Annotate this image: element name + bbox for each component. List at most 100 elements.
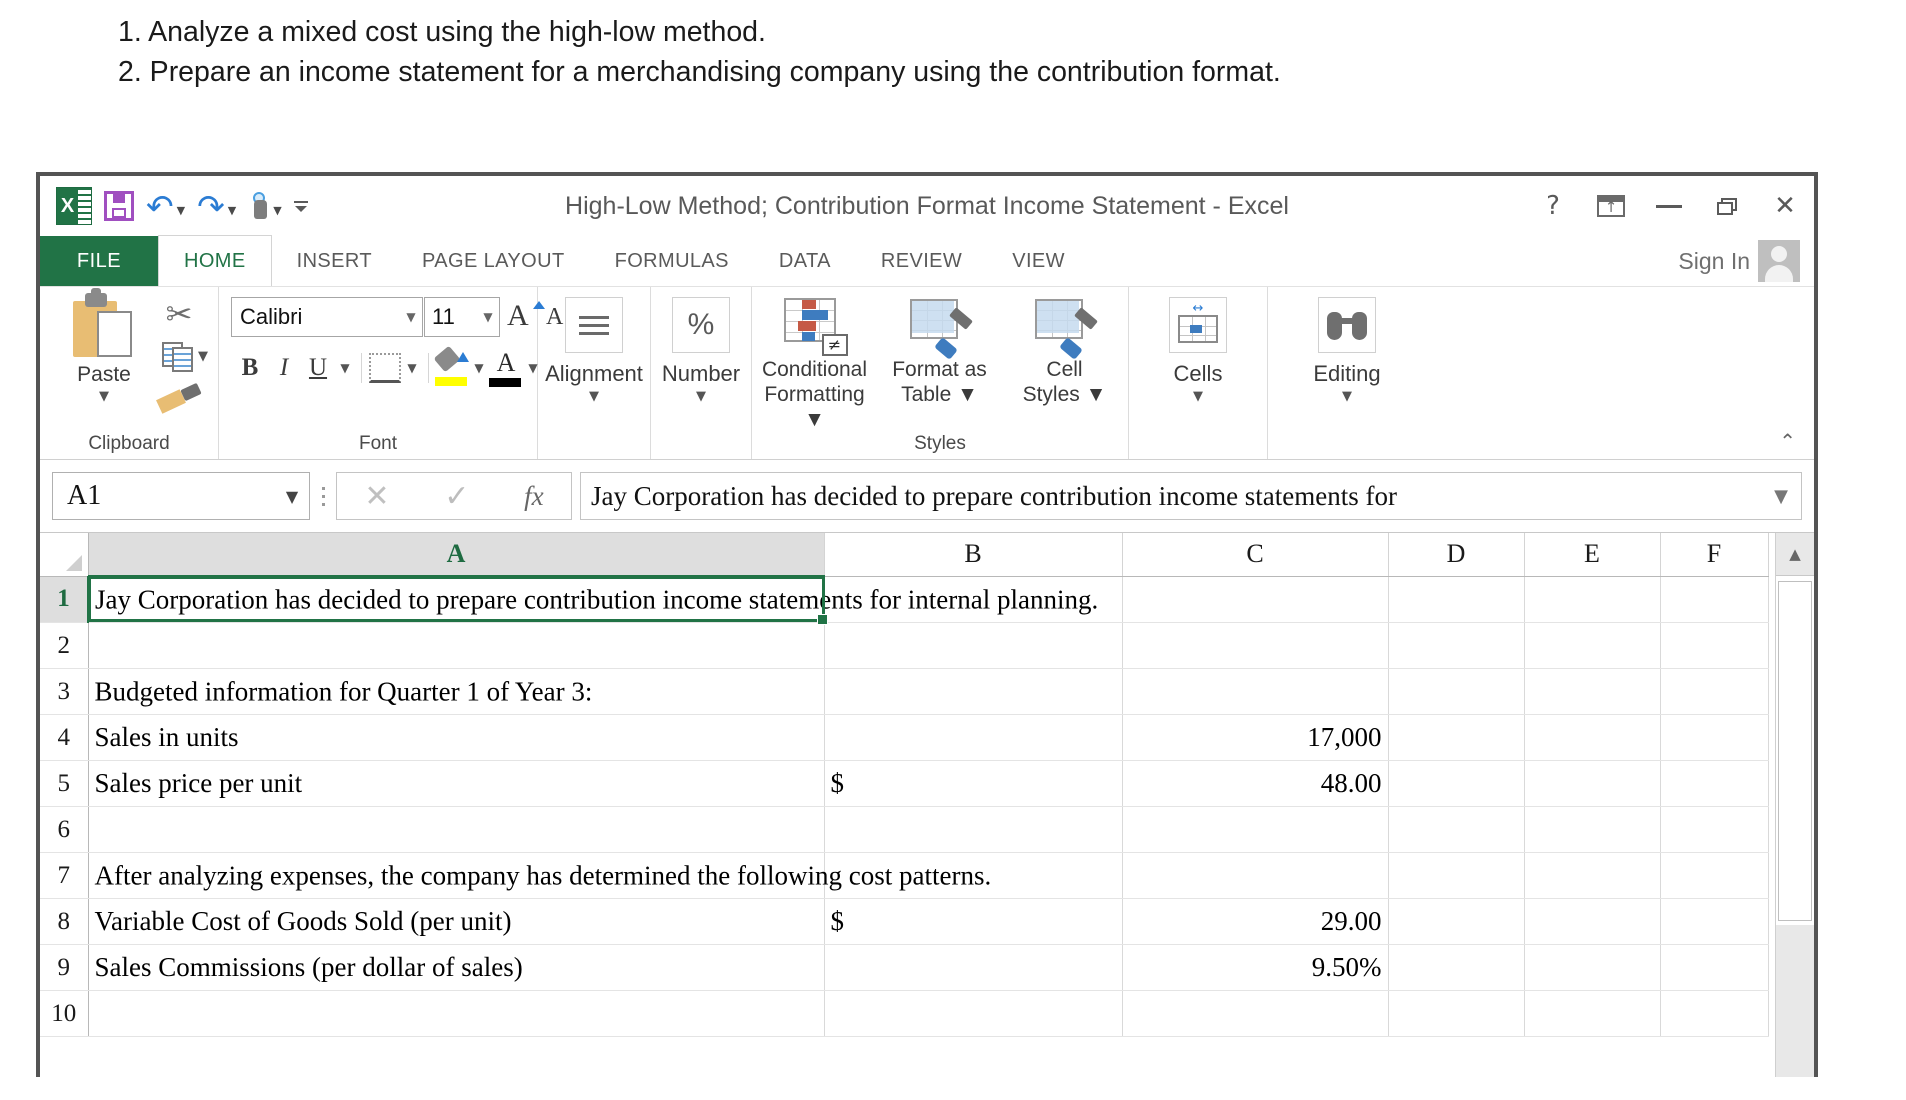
restore-icon[interactable] [1712, 191, 1742, 221]
tab-insert[interactable]: INSERT [272, 236, 397, 286]
cell-e10[interactable] [1524, 990, 1661, 1037]
cell-c4[interactable]: 17,000 [1122, 714, 1389, 761]
copy-icon[interactable] [162, 342, 196, 372]
cell-a2[interactable] [88, 622, 825, 669]
name-box[interactable]: A1 ▼ [52, 472, 310, 520]
row-header-9[interactable]: 9 [40, 944, 89, 991]
cell-e3[interactable] [1524, 668, 1661, 715]
column-header-a[interactable]: A [88, 533, 825, 577]
tab-file[interactable]: FILE [40, 236, 158, 286]
row-header-1[interactable]: 1 [40, 576, 89, 623]
cell-a5[interactable]: Sales price per unit [88, 760, 825, 807]
cell-f2[interactable] [1660, 622, 1769, 669]
tab-review[interactable]: REVIEW [856, 236, 987, 286]
cell-styles-button[interactable]: Cell Styles ▼ [1002, 295, 1127, 432]
formula-input[interactable]: Jay Corporation has decided to prepare c… [580, 472, 1802, 520]
cell-e8[interactable] [1524, 898, 1661, 945]
cell-e2[interactable] [1524, 622, 1661, 669]
cell-c9[interactable]: 9.50% [1122, 944, 1389, 991]
scissors-icon[interactable]: ✂ [162, 297, 196, 331]
tab-view[interactable]: VIEW [987, 236, 1090, 286]
row-header-8[interactable]: 8 [40, 898, 89, 945]
row-header-3[interactable]: 3 [40, 668, 89, 715]
row-header-10[interactable]: 10 [40, 990, 89, 1037]
vertical-scroll-track[interactable] [1776, 925, 1814, 1077]
cell-e1[interactable] [1524, 576, 1661, 623]
cell-b9[interactable] [824, 944, 1123, 991]
alignment-icon[interactable] [565, 297, 623, 353]
row-header-2[interactable]: 2 [40, 622, 89, 669]
cell-e7[interactable] [1524, 852, 1661, 899]
cell-c6[interactable] [1122, 806, 1389, 853]
editing-icon[interactable] [1318, 297, 1376, 353]
formula-bar-grip[interactable] [310, 472, 336, 520]
cells-dropdown-icon[interactable]: ▼ [1193, 389, 1203, 404]
ribbon-display-options-icon[interactable] [1596, 191, 1626, 221]
borders-dropdown-icon[interactable]: ▼ [402, 361, 422, 375]
alignment-dropdown-icon[interactable]: ▼ [589, 389, 599, 404]
number-dropdown-icon[interactable]: ▼ [696, 389, 706, 404]
row-header-4[interactable]: 4 [40, 714, 89, 761]
tab-page-layout[interactable]: PAGE LAYOUT [397, 236, 590, 286]
cell-c10[interactable] [1122, 990, 1389, 1037]
format-as-table-dropdown-icon[interactable]: ▼ [951, 383, 978, 406]
sign-in-label[interactable]: Sign In [1678, 248, 1750, 275]
cell-d1[interactable] [1388, 576, 1525, 623]
vertical-scroll-thumb[interactable] [1778, 581, 1812, 921]
column-header-e[interactable]: E [1524, 533, 1661, 577]
vertical-scrollbar[interactable]: ▲ [1775, 533, 1814, 1077]
cell-f7[interactable] [1660, 852, 1769, 899]
cell-a8[interactable]: Variable Cost of Goods Sold (per unit) [88, 898, 825, 945]
cell-f4[interactable] [1660, 714, 1769, 761]
cell-d8[interactable] [1388, 898, 1525, 945]
cell-d10[interactable] [1388, 990, 1525, 1037]
cell-f9[interactable] [1660, 944, 1769, 991]
borders-icon[interactable] [368, 348, 402, 388]
sign-in-area[interactable]: Sign In [1678, 236, 1800, 286]
cell-f6[interactable] [1660, 806, 1769, 853]
font-size-dropdown-icon[interactable]: ▼ [477, 310, 499, 324]
cell-b7[interactable] [824, 852, 1123, 899]
cell-b8[interactable]: $ [824, 898, 1123, 945]
cell-c8[interactable]: 29.00 [1122, 898, 1389, 945]
scroll-up-icon[interactable]: ▲ [1776, 533, 1814, 576]
cell-d5[interactable] [1388, 760, 1525, 807]
cell-d9[interactable] [1388, 944, 1525, 991]
cell-d4[interactable] [1388, 714, 1525, 761]
cell-b10[interactable] [824, 990, 1123, 1037]
cell-f1[interactable] [1660, 576, 1769, 623]
row-header-6[interactable]: 6 [40, 806, 89, 853]
column-header-c[interactable]: C [1122, 533, 1389, 577]
cell-c1[interactable] [1122, 576, 1389, 623]
cell-c7[interactable] [1122, 852, 1389, 899]
formula-bar-expand-icon[interactable]: ▼ [1761, 486, 1801, 507]
editing-dropdown-icon[interactable]: ▼ [1342, 389, 1352, 404]
column-header-b[interactable]: B [824, 533, 1123, 577]
paste-dropdown-icon[interactable]: ▼ [58, 389, 150, 404]
italic-button[interactable]: I [267, 348, 301, 388]
cell-b2[interactable] [824, 622, 1123, 669]
format-painter-icon[interactable] [156, 382, 202, 416]
conditional-formatting-dropdown-icon[interactable]: ▼ [804, 408, 825, 431]
cell-e4[interactable] [1524, 714, 1661, 761]
font-name-input[interactable]: Calibri ▼ [231, 297, 423, 337]
row-header-7[interactable]: 7 [40, 852, 89, 899]
cell-f10[interactable] [1660, 990, 1769, 1037]
tab-data[interactable]: DATA [754, 236, 856, 286]
cell-a6[interactable] [88, 806, 825, 853]
cell-a9[interactable]: Sales Commissions (per dollar of sales) [88, 944, 825, 991]
cell-e9[interactable] [1524, 944, 1661, 991]
column-header-f[interactable]: F [1660, 533, 1769, 577]
conditional-formatting-button[interactable]: ≠ Conditional Formatting ▼ [752, 295, 877, 432]
cell-d3[interactable] [1388, 668, 1525, 715]
format-as-table-button[interactable]: Format as Table ▼ [877, 295, 1002, 432]
number-format-icon[interactable]: % [672, 297, 730, 353]
cell-f8[interactable] [1660, 898, 1769, 945]
cell-c2[interactable] [1122, 622, 1389, 669]
close-icon[interactable]: ✕ [1770, 191, 1800, 221]
select-all-corner[interactable] [40, 533, 89, 577]
underline-dropdown-icon[interactable]: ▼ [335, 361, 355, 375]
tab-formulas[interactable]: FORMULAS [590, 236, 754, 286]
collapse-ribbon-icon[interactable]: ⌃ [1779, 429, 1796, 453]
avatar[interactable] [1758, 240, 1800, 282]
